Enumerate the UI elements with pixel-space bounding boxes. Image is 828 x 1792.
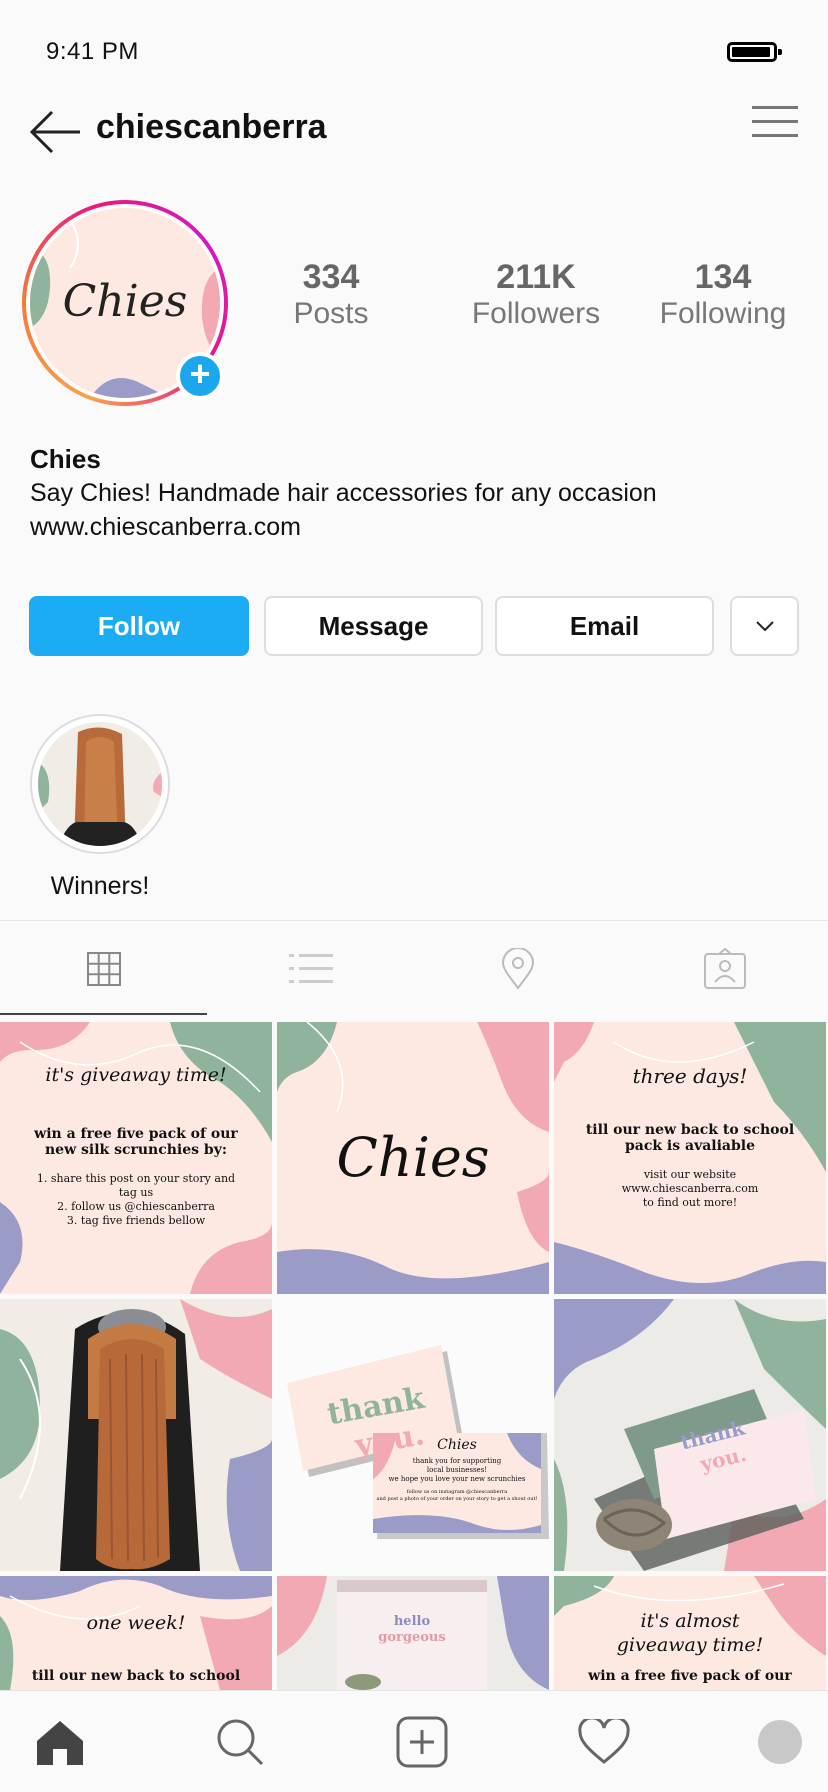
post3-line3: to find out more!	[642, 1196, 738, 1209]
highlight-cover-image	[38, 722, 162, 846]
post-box-photo[interactable]: thank you.	[554, 1299, 826, 1571]
post9-body1: win a free five pack of our	[588, 1668, 792, 1684]
post-logo[interactable]: Chies	[277, 1022, 549, 1294]
post3-body2: pack is avaliable	[624, 1138, 756, 1154]
bottom-navigation	[0, 1690, 828, 1792]
stat-following[interactable]: 134 Following	[648, 258, 798, 332]
add-story-button[interactable]: +	[176, 352, 224, 400]
stat-followers-label: Followers	[471, 297, 601, 330]
stat-followers-value: 211K	[496, 258, 576, 296]
back-arrow-icon[interactable]	[28, 110, 82, 154]
menu-icon[interactable]	[752, 102, 798, 148]
nav-search[interactable]	[190, 1691, 290, 1792]
post-hair-photo[interactable]	[0, 1299, 272, 1571]
username-title: chiescanberra	[96, 108, 327, 146]
post7-body1: till our new back to school	[31, 1668, 241, 1684]
bio-website-link[interactable]: www.chiescanberra.com	[30, 510, 810, 544]
tab-tagged[interactable]	[621, 921, 828, 1017]
post5-msg2: local businesses!	[426, 1466, 488, 1474]
heart-icon	[578, 1719, 630, 1764]
post1-line3: 2. follow us @chiescanberra	[57, 1200, 215, 1213]
search-icon	[217, 1719, 264, 1766]
post1-body2: new silk scrunchies by:	[44, 1142, 228, 1158]
post-three-days[interactable]: three days! till our new back to school …	[554, 1022, 826, 1294]
profile-bio: Chies Say Chies! Handmade hair accessori…	[30, 442, 810, 544]
post-almost-giveaway[interactable]: it's almost giveaway time! win a free fi…	[554, 1576, 826, 1690]
post5-msg5: and post a photo of your order on your s…	[376, 1496, 538, 1502]
post3-line2: www.chiescanberra.com	[621, 1182, 759, 1195]
post1-line2: tag us	[118, 1186, 154, 1199]
status-time: 9:41 PM	[46, 38, 139, 65]
post5-msg3: we hope you love your new scrunchies	[388, 1475, 526, 1483]
stat-following-value: 134	[694, 258, 752, 296]
post5-msg1: thank you for supporting	[412, 1457, 502, 1465]
post1-line4: 3. tag five friends bellow	[66, 1214, 206, 1227]
post-giveaway[interactable]: it's giveaway time! win a free five pack…	[0, 1022, 272, 1294]
follow-button[interactable]: Follow	[29, 596, 249, 656]
profile-tabs	[0, 920, 828, 1016]
story-highlight[interactable]: Winners!	[30, 714, 170, 901]
nav-activity[interactable]	[554, 1691, 654, 1792]
tagged-user-icon	[703, 948, 746, 989]
tab-grid[interactable]	[0, 921, 207, 1017]
post3-body1: till our new back to school	[585, 1122, 795, 1138]
bio-description: Say Chies! Handmade hair accessories for…	[30, 479, 657, 507]
profile-name: Chies	[30, 444, 101, 474]
post1-body1: win a free five pack of our	[34, 1126, 238, 1142]
tab-list[interactable]	[207, 921, 414, 1017]
nav-home[interactable]	[10, 1691, 110, 1792]
grid-icon	[86, 952, 121, 986]
active-tab-indicator	[0, 1013, 207, 1015]
highlight-label: Winners!	[50, 872, 150, 900]
tab-location[interactable]	[414, 921, 621, 1017]
profile-header: chiescanberra	[0, 90, 828, 180]
post7-title: one week!	[86, 1612, 186, 1634]
post1-title: it's giveaway time!	[45, 1064, 227, 1086]
post2-logo-text: Chies	[336, 1126, 490, 1189]
battery-icon	[727, 42, 782, 62]
post8-gorgeous: gorgeous	[378, 1630, 446, 1645]
post1-line1: 1. share this post on your story and	[36, 1172, 236, 1185]
post9-title1: it's almost	[640, 1610, 740, 1632]
more-options-button[interactable]	[730, 596, 799, 656]
post3-title: three days!	[632, 1064, 748, 1088]
nav-create[interactable]	[372, 1691, 472, 1792]
post8-hello: hello	[393, 1614, 431, 1629]
avatar-logo-text: Chies	[62, 276, 188, 327]
status-bar: 9:41 PM	[0, 0, 828, 100]
post-thank-you-cards[interactable]: thank you. Chies thank you for supportin…	[277, 1299, 549, 1571]
post3-line1: visit our website	[643, 1168, 737, 1181]
list-icon	[288, 954, 333, 983]
stat-followers[interactable]: 211K Followers	[456, 258, 616, 332]
stat-posts-label: Posts	[293, 297, 369, 330]
email-button[interactable]: Email	[495, 596, 714, 656]
add-post-icon	[396, 1716, 448, 1768]
stat-posts[interactable]: 334 Posts	[266, 258, 396, 332]
message-button[interactable]: Message	[264, 596, 483, 656]
nav-profile[interactable]	[730, 1691, 828, 1792]
post5-logo: Chies	[437, 1437, 477, 1453]
post5-msg4: follow us on instagram @chiescanberra	[406, 1489, 508, 1495]
stat-following-label: Following	[659, 297, 787, 330]
post-one-week[interactable]: one week! till our new back to school	[0, 1576, 272, 1690]
post9-title2: giveaway time!	[616, 1634, 764, 1656]
post-hello-gorgeous[interactable]: hello gorgeous	[277, 1576, 549, 1690]
profile-avatar-icon	[758, 1720, 802, 1764]
chevron-down-icon	[755, 621, 774, 632]
home-icon	[37, 1721, 83, 1765]
stat-posts-value: 334	[302, 258, 360, 296]
location-pin-icon	[501, 948, 534, 990]
